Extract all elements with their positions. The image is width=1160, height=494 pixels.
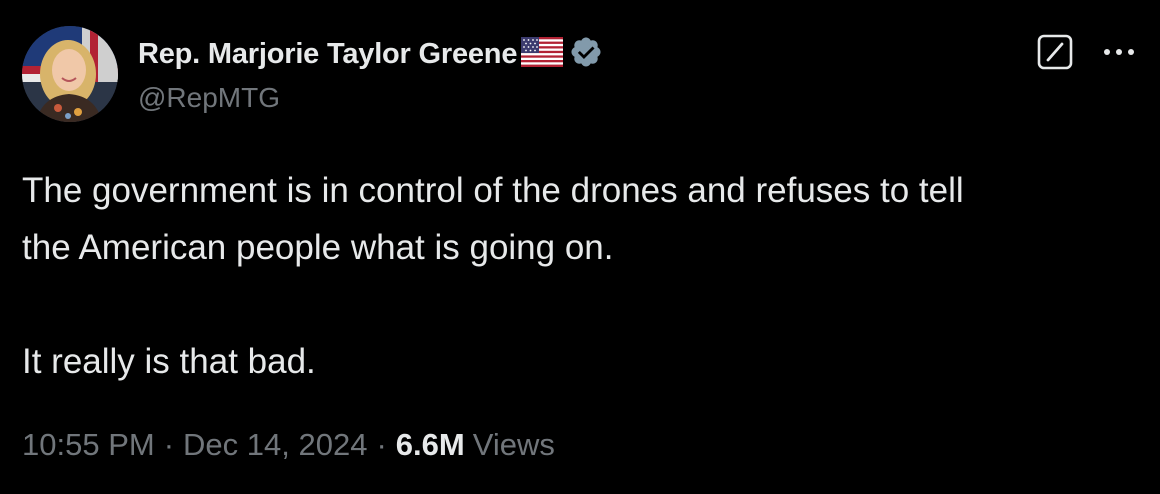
grok-icon[interactable] <box>1037 34 1073 70</box>
tweet-date[interactable]: Dec 14, 2024 <box>183 427 367 463</box>
author-display-name[interactable]: Rep. Marjorie Taylor Greene <box>138 38 517 71</box>
tweet-text-line: the American people what is going on. <box>22 228 614 267</box>
tweet-meta: 10:55 PM · Dec 14, 2024 · 6.6M Views <box>22 427 555 463</box>
tweet-card: Rep. Marjorie Taylor Greene @RepMTG The … <box>0 0 1160 494</box>
meta-separator: · <box>376 427 387 462</box>
more-icon[interactable] <box>1098 34 1140 70</box>
tweet-body: The government is in control of the dron… <box>22 162 1142 390</box>
author-name-row[interactable]: Rep. Marjorie Taylor Greene <box>138 34 603 74</box>
meta-separator: · <box>163 427 175 462</box>
author-handle[interactable]: @RepMTG <box>138 82 280 114</box>
avatar-image <box>22 26 118 122</box>
avatar[interactable] <box>22 26 118 122</box>
verified-badge-icon[interactable] <box>569 35 603 74</box>
us-flag-icon <box>521 36 564 72</box>
views-count[interactable]: 6.6M <box>396 427 465 463</box>
tweet-time[interactable]: 10:55 PM <box>22 427 155 463</box>
tweet-text-line: The government is in control of the dron… <box>22 171 964 210</box>
tweet-text-line: It really is that bad. <box>22 342 316 381</box>
views-label[interactable]: Views <box>473 427 555 463</box>
